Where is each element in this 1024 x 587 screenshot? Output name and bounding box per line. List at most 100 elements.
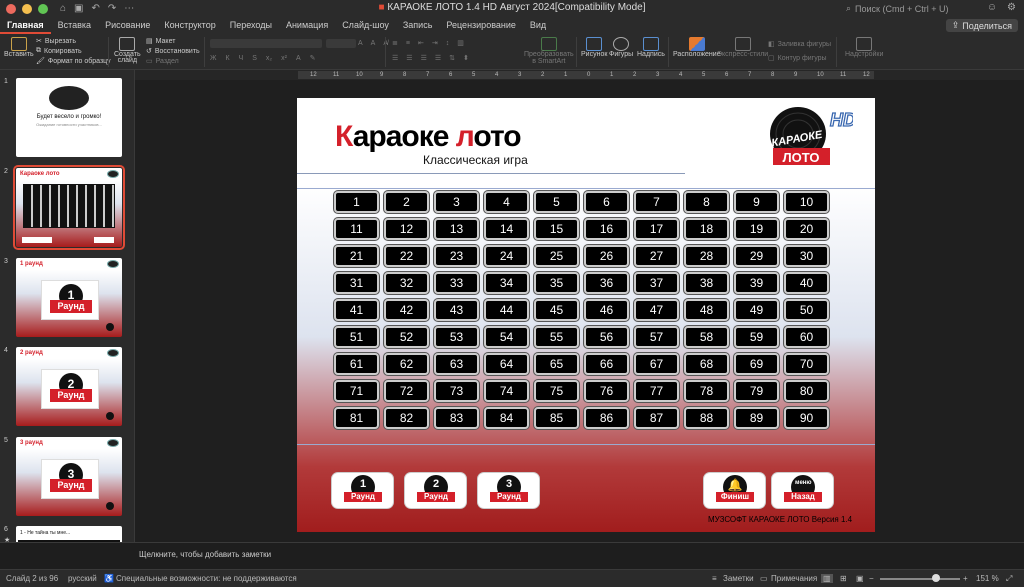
picture-button[interactable]: Рисунок: [581, 37, 607, 58]
bullets-icon[interactable]: ≣: [392, 39, 398, 47]
shrink-font-icon[interactable]: A: [371, 40, 376, 47]
bold-icon[interactable]: Ж: [210, 55, 216, 62]
number-cell[interactable]: 53: [434, 326, 479, 348]
align-left-icon[interactable]: ☰: [392, 54, 398, 62]
number-cell[interactable]: 62: [384, 353, 429, 375]
slide-title[interactable]: Караоке лото: [335, 120, 522, 154]
number-cell[interactable]: 11: [334, 218, 379, 240]
number-cell[interactable]: 41: [334, 299, 379, 321]
number-cell[interactable]: 72: [384, 380, 429, 402]
karaoke-loto-logo[interactable]: HD КАРАОКЕ ЛОТО: [768, 104, 853, 170]
number-cell[interactable]: 51: [334, 326, 379, 348]
current-slide[interactable]: Караоке лото Классическая игра HD КАРАОК…: [297, 98, 875, 532]
tab-view[interactable]: Вид: [523, 17, 553, 34]
number-cell[interactable]: 27: [634, 245, 679, 267]
tab-animations[interactable]: Анимация: [279, 17, 335, 34]
slide-thumb-1[interactable]: Будет весело и громко! Ожидание готовнос…: [16, 78, 122, 157]
more-icon[interactable]: ⋯: [124, 3, 134, 14]
number-cell[interactable]: 90: [784, 407, 829, 429]
format-painter-button[interactable]: 🖌 Формат по образцу: [36, 56, 111, 66]
arrange-button[interactable]: Расположение: [673, 37, 721, 58]
line-spacing-icon[interactable]: ↕: [446, 40, 450, 47]
justify-icon[interactable]: ☰: [435, 54, 441, 62]
number-cell[interactable]: 58: [684, 326, 729, 348]
number-cell[interactable]: 6: [584, 191, 629, 213]
align-right-icon[interactable]: ☰: [421, 54, 427, 62]
number-cell[interactable]: 4: [484, 191, 529, 213]
strike-icon[interactable]: S: [252, 55, 257, 62]
tab-draw[interactable]: Рисование: [98, 17, 157, 34]
slide-thumb-6[interactable]: 1 - Не тайна ты мне...: [16, 526, 122, 542]
number-cell[interactable]: 79: [734, 380, 779, 402]
number-cell[interactable]: 67: [634, 353, 679, 375]
notes-placeholder[interactable]: Щелкните, чтобы добавить заметки: [139, 550, 271, 559]
share-profile-icon[interactable]: ☺: [987, 2, 997, 13]
shape-fill-button[interactable]: ◧ Заливка фигуры: [768, 39, 831, 49]
number-cell[interactable]: 25: [534, 245, 579, 267]
number-cell[interactable]: 68: [684, 353, 729, 375]
language-indicator[interactable]: русский: [68, 574, 97, 583]
fullscreen-window-button[interactable]: [38, 3, 48, 14]
settings-icon[interactable]: ⚙: [1007, 2, 1016, 13]
slide-subtitle[interactable]: Классическая игра: [423, 153, 528, 167]
normal-view-icon[interactable]: ▥: [821, 574, 833, 583]
number-cell[interactable]: 35: [534, 272, 579, 294]
notes-pane[interactable]: Щелкните, чтобы добавить заметки: [0, 542, 1024, 569]
number-cell[interactable]: 38: [684, 272, 729, 294]
number-cell[interactable]: 54: [484, 326, 529, 348]
number-cell[interactable]: 64: [484, 353, 529, 375]
home-icon[interactable]: ⌂: [60, 3, 66, 14]
align-text-icon[interactable]: ⬍: [463, 54, 469, 62]
undo-icon[interactable]: ↶: [92, 3, 100, 14]
number-cell[interactable]: 43: [434, 299, 479, 321]
number-cell[interactable]: 21: [334, 245, 379, 267]
number-cell[interactable]: 45: [534, 299, 579, 321]
grow-font-icon[interactable]: A: [358, 40, 363, 47]
number-cell[interactable]: 19: [734, 218, 779, 240]
text-direction-icon[interactable]: ⇅: [449, 54, 455, 62]
number-cell[interactable]: 34: [484, 272, 529, 294]
number-cell[interactable]: 86: [584, 407, 629, 429]
slide-canvas[interactable]: Караоке лото Классическая игра HD КАРАОК…: [135, 80, 1024, 542]
number-cell[interactable]: 28: [684, 245, 729, 267]
number-cell[interactable]: 2: [384, 191, 429, 213]
number-cell[interactable]: 81: [334, 407, 379, 429]
copy-button[interactable]: ⧉ Копировать: [36, 46, 111, 56]
addins-button[interactable]: Надстройки: [845, 37, 883, 58]
new-slide-button[interactable]: Создать слайд: [114, 37, 141, 64]
fit-slide-icon[interactable]: ⤢: [1006, 574, 1012, 584]
number-cell[interactable]: 87: [634, 407, 679, 429]
number-cell[interactable]: 8: [684, 191, 729, 213]
convert-smartart-button[interactable]: Преобразовать в SmartArt: [524, 37, 574, 65]
shape-outline-button[interactable]: ▢ Контур фигуры: [768, 53, 831, 63]
number-cell[interactable]: 78: [684, 380, 729, 402]
number-cell[interactable]: 46: [584, 299, 629, 321]
quick-styles-button[interactable]: Экспресс-стили: [717, 37, 768, 58]
highlight-icon[interactable]: ✎: [310, 54, 316, 62]
number-cell[interactable]: 9: [734, 191, 779, 213]
number-cell[interactable]: 15: [534, 218, 579, 240]
number-cell[interactable]: 69: [734, 353, 779, 375]
number-cell[interactable]: 44: [484, 299, 529, 321]
font-family-select[interactable]: [210, 39, 322, 48]
accessibility-status[interactable]: Специальные возможности: не поддерживают…: [116, 574, 297, 583]
columns-icon[interactable]: ▥: [457, 39, 464, 47]
search-box[interactable]: ⌕ Поиск (Cmd + Ctrl + U): [846, 2, 966, 15]
slide-thumb-4[interactable]: 2 раунд 2 Раунд: [16, 347, 122, 426]
number-cell[interactable]: 61: [334, 353, 379, 375]
number-cell[interactable]: 48: [684, 299, 729, 321]
number-cell[interactable]: 76: [584, 380, 629, 402]
number-cell[interactable]: 26: [584, 245, 629, 267]
paste-button[interactable]: Вставить: [4, 37, 34, 58]
shapes-button[interactable]: Фигуры: [609, 37, 633, 58]
number-cell[interactable]: 75: [534, 380, 579, 402]
number-cell[interactable]: 14: [484, 218, 529, 240]
textbox-button[interactable]: Надпись: [637, 37, 665, 58]
number-cell[interactable]: 5: [534, 191, 579, 213]
indent-inc-icon[interactable]: ⇥: [432, 39, 438, 47]
number-cell[interactable]: 63: [434, 353, 479, 375]
number-cell[interactable]: 13: [434, 218, 479, 240]
number-cell[interactable]: 82: [384, 407, 429, 429]
number-cell[interactable]: 1: [334, 191, 379, 213]
tab-design[interactable]: Конструктор: [157, 17, 222, 34]
